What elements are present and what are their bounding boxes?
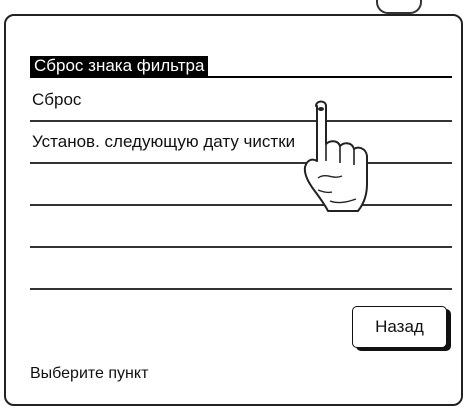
menu-title: Сброс знака фильтра (30, 56, 209, 76)
menu-item-empty-2[interactable] (30, 206, 452, 248)
menu-item-set-next-cleaning-date[interactable]: Установ. следующую дату чистки (30, 122, 452, 164)
title-underline (30, 76, 452, 78)
status-text: Выберите пункт (30, 365, 149, 382)
menu-item-empty-3[interactable] (30, 248, 452, 290)
menu-item-reset[interactable]: Сброс (30, 80, 452, 122)
menu-item-set-next-cleaning-date-label: Установ. следующую дату чистки (32, 132, 296, 151)
back-button[interactable]: Назад (352, 306, 447, 348)
menu-item-reset-label: Сброс (32, 90, 82, 109)
menu-title-row: Сброс знака фильтра (30, 56, 452, 78)
screen-top-edge-fragment (376, 0, 422, 14)
menu-item-empty-1[interactable] (30, 164, 452, 206)
